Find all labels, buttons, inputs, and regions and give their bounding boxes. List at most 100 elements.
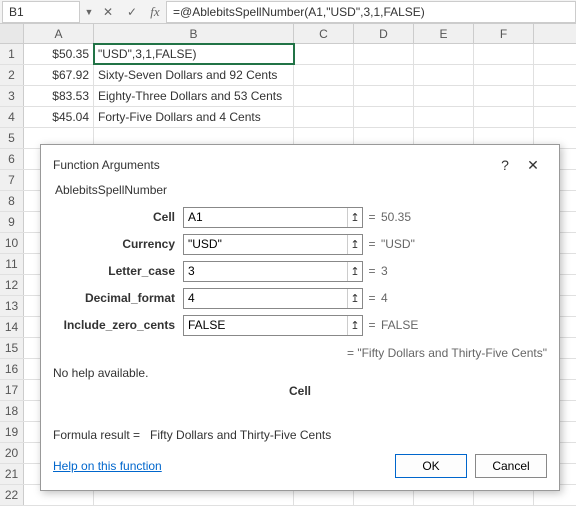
- col-header-f[interactable]: F: [474, 24, 534, 43]
- col-header-c[interactable]: C: [294, 24, 354, 43]
- function-arguments-dialog: Function Arguments ? ✕ AblebitsSpellNumb…: [40, 144, 560, 491]
- grid-row: 4$45.04Forty-Five Dollars and 4 Cents: [0, 107, 576, 128]
- row-header[interactable]: 22: [0, 485, 24, 505]
- cell[interactable]: "USD",3,1,FALSE): [94, 44, 294, 64]
- name-box-dropdown-icon[interactable]: ▼: [82, 7, 96, 17]
- arg-input[interactable]: [184, 208, 347, 227]
- cell[interactable]: [354, 86, 414, 106]
- cancel-formula-icon[interactable]: ✕: [96, 1, 120, 23]
- cell[interactable]: [474, 107, 534, 127]
- cell[interactable]: [474, 86, 534, 106]
- dialog-help-icon[interactable]: ?: [491, 157, 519, 173]
- row-header[interactable]: 13: [0, 296, 24, 316]
- range-selector-icon[interactable]: ↥: [347, 316, 362, 335]
- cell[interactable]: Eighty-Three Dollars and 53 Cents: [94, 86, 294, 106]
- col-header-d[interactable]: D: [354, 24, 414, 43]
- cell[interactable]: [414, 65, 474, 85]
- row-header[interactable]: 12: [0, 275, 24, 295]
- range-selector-icon[interactable]: ↥: [347, 289, 362, 308]
- arg-row: Currency↥="USD": [53, 232, 547, 256]
- function-name: AblebitsSpellNumber: [55, 183, 547, 197]
- cell[interactable]: $45.04: [24, 107, 94, 127]
- row-header[interactable]: 10: [0, 233, 24, 253]
- row-header[interactable]: 7: [0, 170, 24, 190]
- arg-row: Include_zero_cents↥=FALSE: [53, 313, 547, 337]
- arg-eval: 3: [381, 264, 388, 278]
- row-header[interactable]: 2: [0, 65, 24, 85]
- equals-icon: =: [363, 291, 381, 305]
- row-header[interactable]: 17: [0, 380, 24, 400]
- ok-button[interactable]: OK: [395, 454, 467, 478]
- cell[interactable]: $83.53: [24, 86, 94, 106]
- formula-text: =@AblebitsSpellNumber(A1,"USD",3,1,FALSE…: [173, 5, 425, 19]
- grid-row: 3$83.53Eighty-Three Dollars and 53 Cents: [0, 86, 576, 107]
- cell[interactable]: [474, 44, 534, 64]
- row-header[interactable]: 14: [0, 317, 24, 337]
- cell[interactable]: [414, 107, 474, 127]
- arg-input-wrap: ↥: [183, 207, 363, 228]
- row-header[interactable]: 11: [0, 254, 24, 274]
- help-link[interactable]: Help on this function: [53, 459, 387, 473]
- col-header-a[interactable]: A: [24, 24, 94, 43]
- cell[interactable]: $50.35: [24, 44, 94, 64]
- range-selector-icon[interactable]: ↥: [347, 262, 362, 281]
- no-help-text: No help available.: [53, 366, 547, 380]
- column-headers: A B C D E F: [0, 24, 576, 44]
- formula-result: Formula result = Fifty Dollars and Thirt…: [53, 428, 547, 442]
- row-header[interactable]: 20: [0, 443, 24, 463]
- name-box[interactable]: B1: [2, 1, 80, 23]
- cell[interactable]: [294, 86, 354, 106]
- range-selector-icon[interactable]: ↥: [347, 208, 362, 227]
- cancel-button[interactable]: Cancel: [475, 454, 547, 478]
- row-header[interactable]: 4: [0, 107, 24, 127]
- row-header[interactable]: 5: [0, 128, 24, 148]
- fx-icon[interactable]: fx: [144, 4, 166, 20]
- row-header[interactable]: 19: [0, 422, 24, 442]
- enter-formula-icon[interactable]: ✓: [120, 1, 144, 23]
- cell[interactable]: [294, 44, 354, 64]
- row-header[interactable]: 3: [0, 86, 24, 106]
- dialog-close-icon[interactable]: ✕: [519, 157, 547, 174]
- arg-input[interactable]: [184, 289, 347, 308]
- arg-eval: 4: [381, 291, 388, 305]
- arg-eval: "USD": [381, 237, 415, 251]
- cell[interactable]: [354, 107, 414, 127]
- row-header[interactable]: 18: [0, 401, 24, 421]
- row-header[interactable]: 21: [0, 464, 24, 484]
- arg-input-wrap: ↥: [183, 234, 363, 255]
- cell[interactable]: [474, 65, 534, 85]
- arg-input-wrap: ↥: [183, 261, 363, 282]
- cell[interactable]: Sixty-Seven Dollars and 92 Cents: [94, 65, 294, 85]
- arg-label: Letter_case: [53, 264, 183, 278]
- equals-icon: =: [347, 346, 354, 360]
- col-header-b[interactable]: B: [94, 24, 294, 43]
- arg-input[interactable]: [184, 262, 347, 281]
- arg-input-wrap: ↥: [183, 315, 363, 336]
- row-header[interactable]: 9: [0, 212, 24, 232]
- arg-input[interactable]: [184, 235, 347, 254]
- equals-icon: =: [363, 210, 381, 224]
- cell[interactable]: [294, 65, 354, 85]
- name-box-value: B1: [9, 5, 24, 19]
- cell[interactable]: [414, 86, 474, 106]
- cell[interactable]: [414, 44, 474, 64]
- row-header[interactable]: 8: [0, 191, 24, 211]
- cell[interactable]: [354, 65, 414, 85]
- range-selector-icon[interactable]: ↥: [347, 235, 362, 254]
- col-header-e[interactable]: E: [414, 24, 474, 43]
- arg-row: Cell↥=50.35: [53, 205, 547, 229]
- cell[interactable]: [354, 44, 414, 64]
- row-header[interactable]: 16: [0, 359, 24, 379]
- select-all-corner[interactable]: [0, 24, 24, 43]
- arg-label: Cell: [53, 210, 183, 224]
- cell[interactable]: [294, 107, 354, 127]
- row-header[interactable]: 15: [0, 338, 24, 358]
- result-preview: "Fifty Dollars and Thirty-Five Cents": [357, 346, 547, 360]
- arg-label: Decimal_format: [53, 291, 183, 305]
- formula-input[interactable]: =@AblebitsSpellNumber(A1,"USD",3,1,FALSE…: [166, 1, 576, 23]
- arg-input[interactable]: [184, 316, 347, 335]
- cell[interactable]: Forty-Five Dollars and 4 Cents: [94, 107, 294, 127]
- cell[interactable]: $67.92: [24, 65, 94, 85]
- row-header[interactable]: 6: [0, 149, 24, 169]
- row-header[interactable]: 1: [0, 44, 24, 64]
